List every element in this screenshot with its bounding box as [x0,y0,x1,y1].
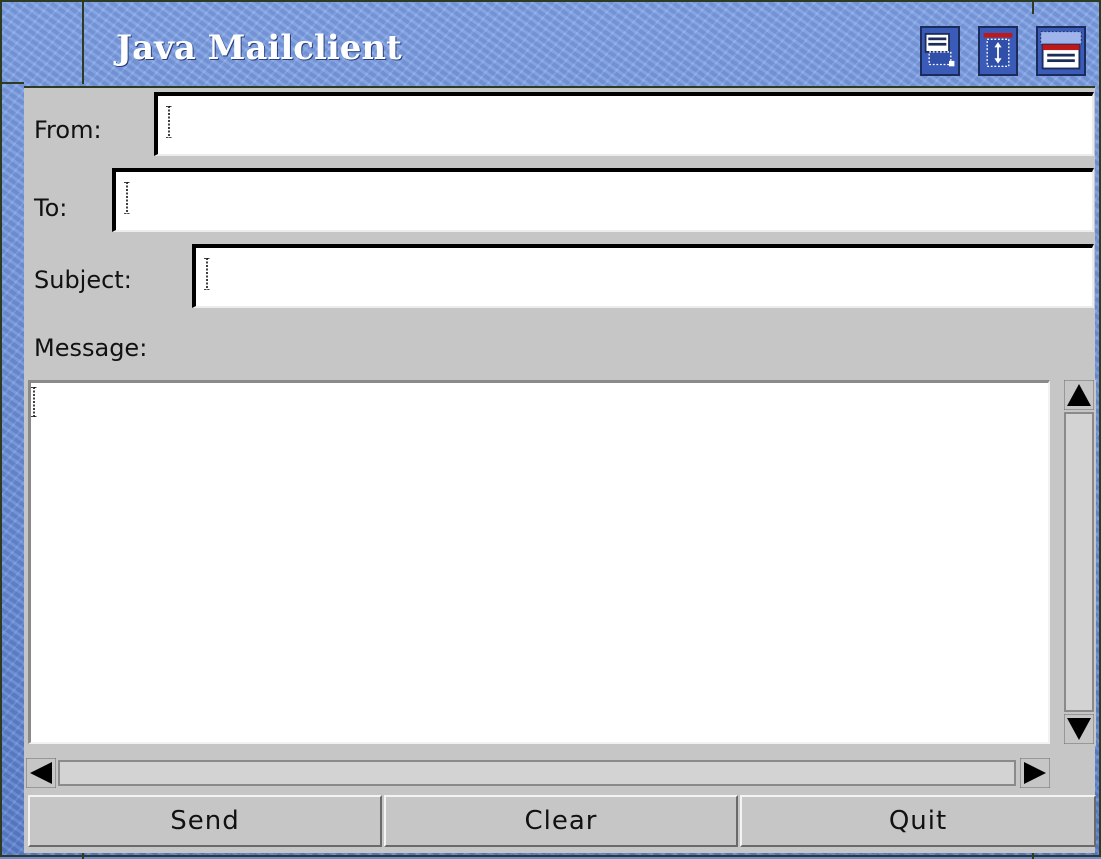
text-cursor-icon [204,258,210,290]
message-label: Message: [34,334,148,362]
horizontal-scrollbar[interactable] [24,756,1052,790]
vertical-scroll-track[interactable] [1064,412,1094,712]
text-cursor-icon [166,106,172,138]
send-button[interactable]: Send [28,795,382,847]
scroll-right-arrow-icon[interactable] [1020,758,1050,788]
maximize-vertical-button[interactable] [978,26,1018,76]
title-bar[interactable]: Java Mailclient [10,14,1095,84]
minimize-window-icon [1040,31,1082,70]
clear-button[interactable]: Clear [384,795,738,847]
from-label: From: [34,116,102,144]
text-cursor-icon [124,182,130,214]
from-field[interactable] [154,92,1094,156]
message-textarea[interactable] [28,380,1050,744]
to-field[interactable] [112,168,1094,232]
window-title: Java Mailclient [116,28,402,68]
text-cursor-icon [31,387,37,417]
subject-label: Subject: [34,266,132,294]
window-frame: Java Mailclient From: To: Subject: Messa… [0,0,1101,859]
frame-corner-divider [1032,2,1034,14]
horizontal-scroll-track[interactable] [58,760,1016,786]
to-label: To: [34,194,68,222]
scroll-left-arrow-icon[interactable] [26,758,56,788]
subject-field[interactable] [192,244,1094,308]
mail-form: From: To: Subject: Message: Send Clear Q… [24,86,1096,853]
window-menu-icon [924,33,955,67]
scroll-down-arrow-icon[interactable] [1064,714,1094,744]
quit-button[interactable]: Quit [740,795,1096,847]
maximize-vertical-icon [983,33,1013,67]
button-bar: Send Clear Quit [28,795,1096,847]
minimize-window-button[interactable] [1036,26,1086,76]
vertical-scrollbar[interactable] [1062,380,1096,746]
window-menu-button[interactable] [920,26,960,76]
scroll-up-arrow-icon[interactable] [1064,380,1094,410]
